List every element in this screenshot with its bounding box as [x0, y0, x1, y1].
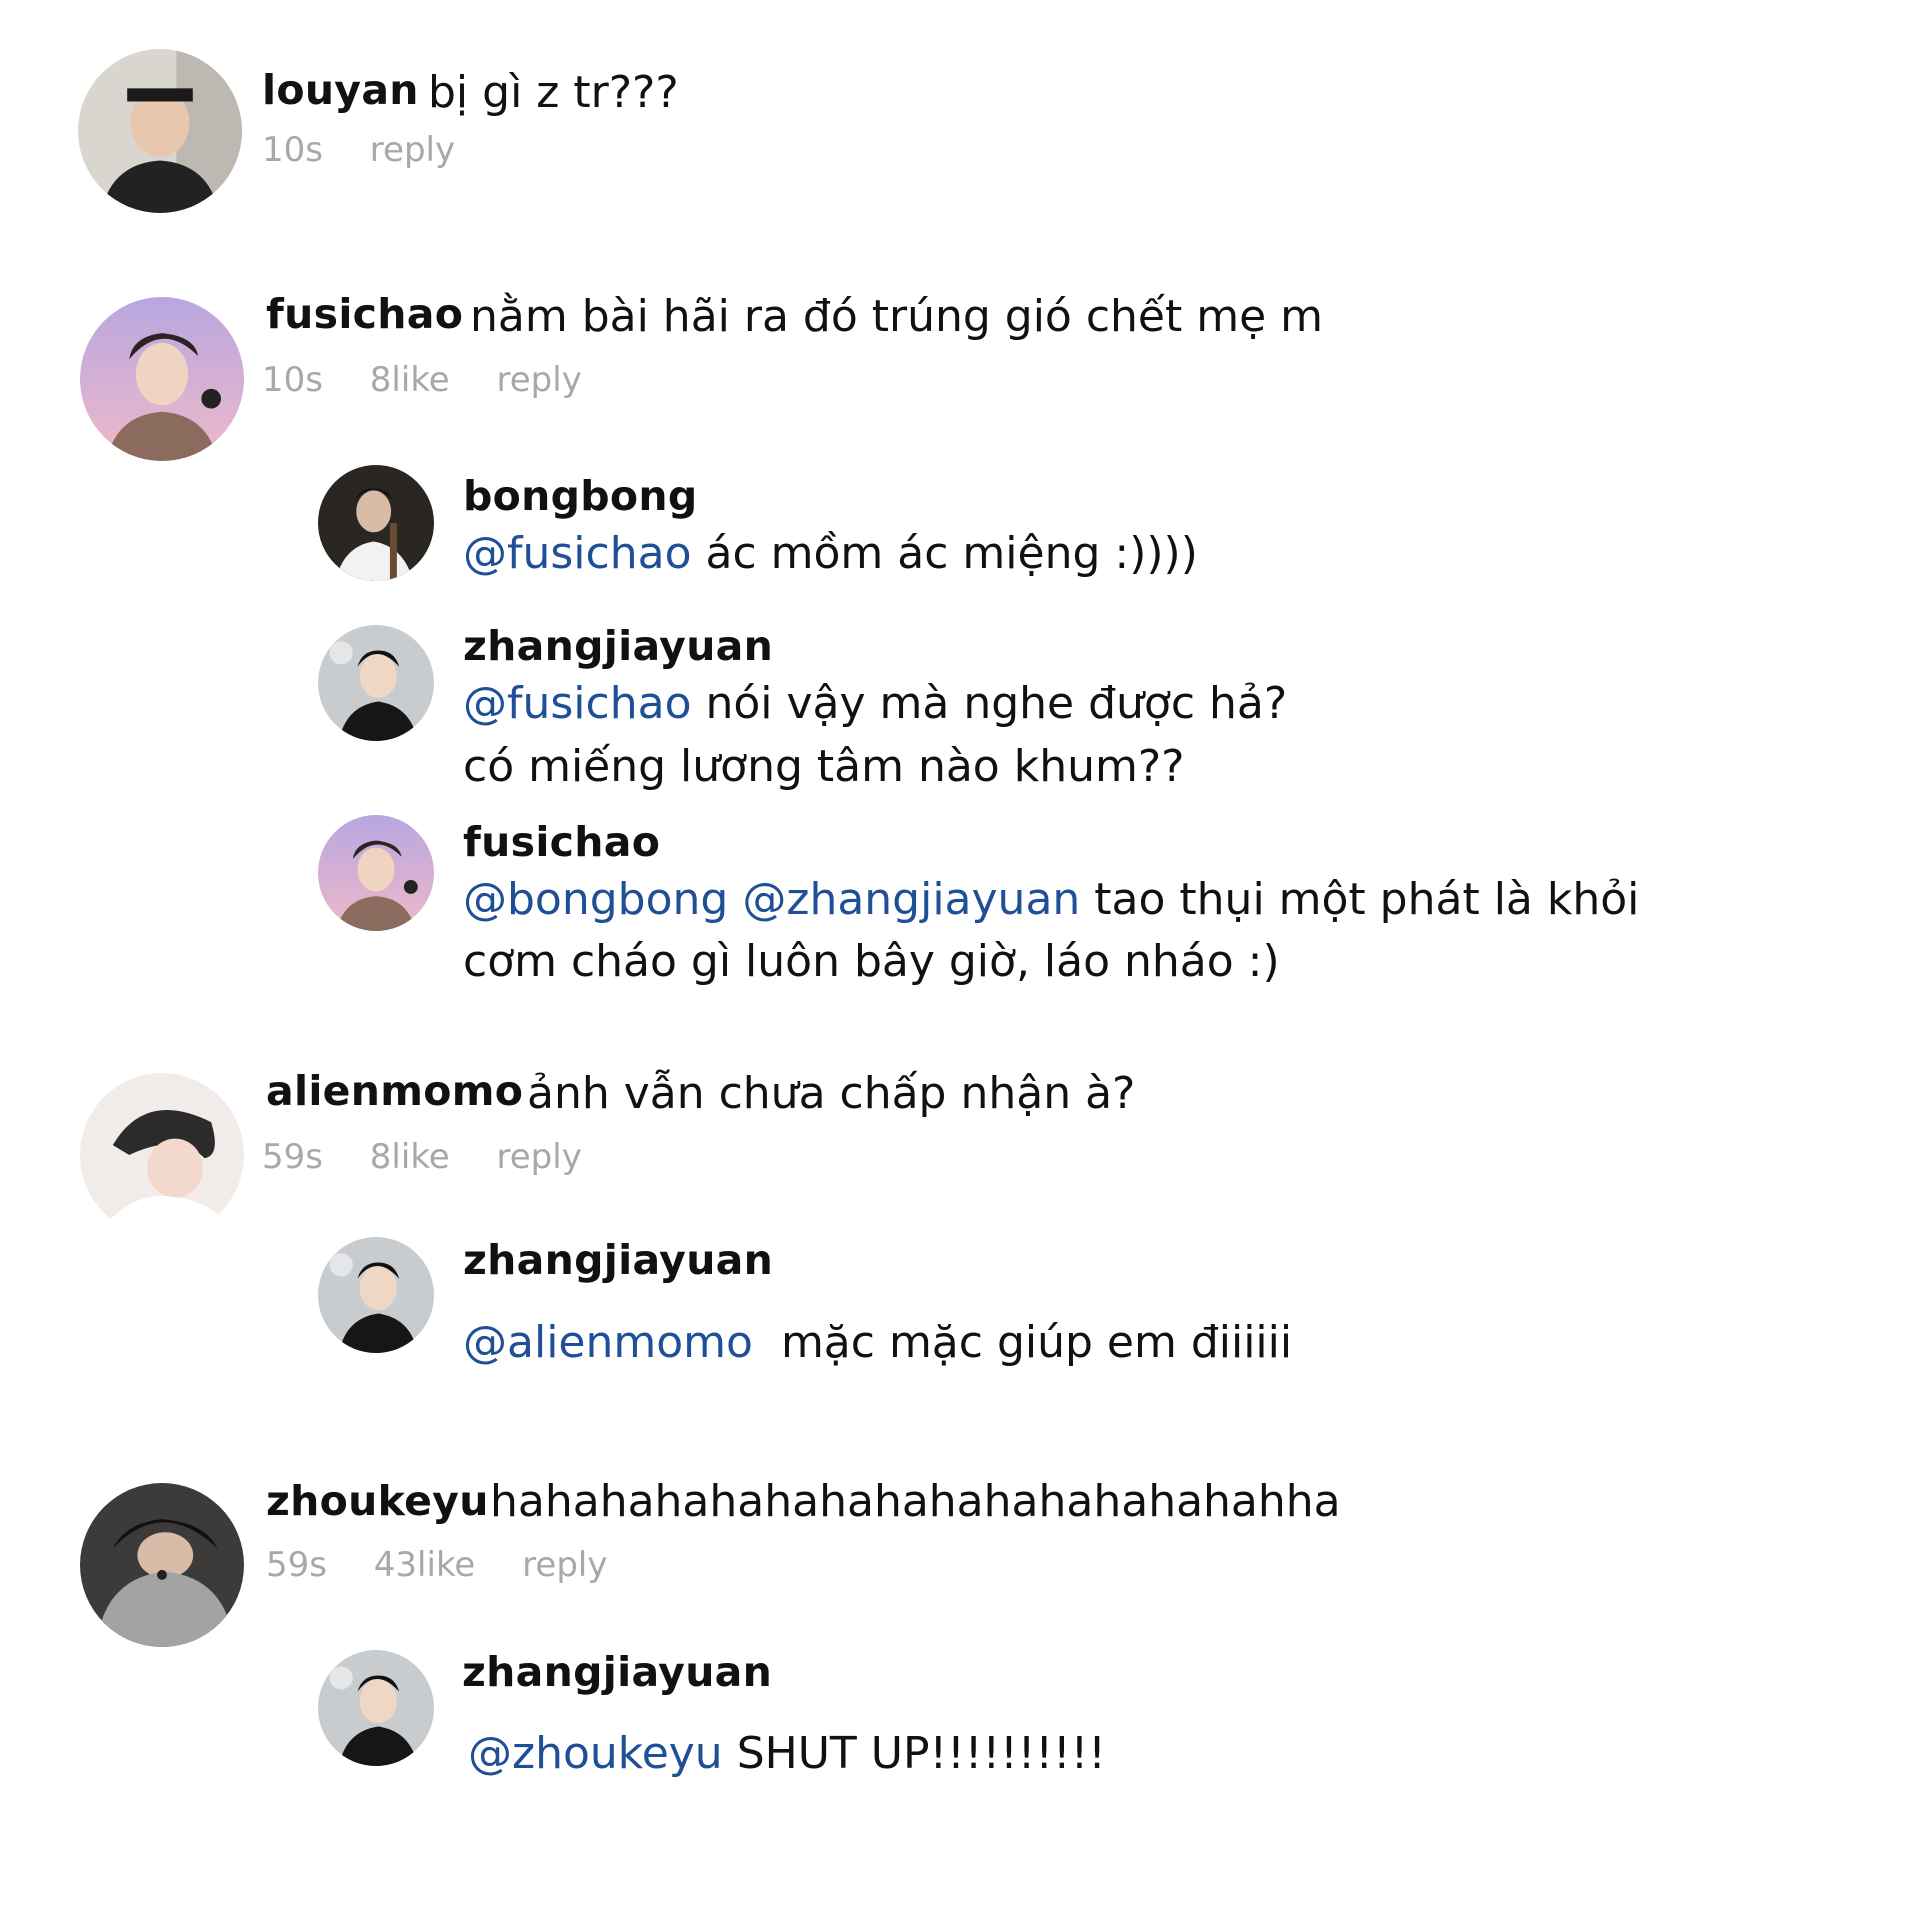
comment-meta: 59s 8like reply — [262, 1137, 618, 1177]
comment-username[interactable]: louyan — [262, 66, 419, 114]
avatar-fusichao[interactable] — [80, 297, 244, 461]
comment-text: hahahahahahahahahahahahahahahha — [490, 1476, 1341, 1527]
reply-text: @fusichao ác mồm ác miệng :)))) — [463, 522, 1198, 586]
reply-body: mặc mặc giúp em điiiiii — [780, 1317, 1293, 1368]
reply-button[interactable]: reply — [370, 130, 455, 170]
comment-time: 10s — [262, 360, 323, 400]
like-count[interactable]: 8like — [370, 360, 450, 400]
reply-text: @fusichao nói vậy mà nghe được hả? — [463, 672, 1287, 736]
reply-text: @alienmomo mặc mặc giúp em điiiiii — [463, 1311, 1292, 1375]
comment-time: 10s — [262, 130, 323, 170]
reply-body: SHUT UP!!!!!!!!!! — [736, 1728, 1106, 1779]
comment-text: ảnh vẫn chưa chấp nhận à? — [527, 1068, 1136, 1119]
mention-link[interactable]: @zhoukeyu — [468, 1728, 723, 1779]
comment-time: 59s — [262, 1137, 323, 1177]
avatar-zhangjiayuan[interactable] — [318, 1237, 434, 1353]
comment-meta: 59s 43like reply — [266, 1545, 643, 1585]
avatar-image — [78, 49, 242, 213]
reply-button[interactable]: reply — [497, 1137, 582, 1177]
comment-text: nằm bài hãi ra đó trúng gió chết mẹ m — [470, 291, 1323, 342]
comment-username[interactable]: alienmomo — [266, 1067, 523, 1115]
reply-button[interactable]: reply — [497, 360, 582, 400]
avatar-louyan[interactable] — [78, 49, 242, 213]
mention-link[interactable]: @zhangjiayuan — [742, 874, 1080, 925]
avatar-zhoukeyu[interactable] — [80, 1483, 244, 1647]
mention-link[interactable]: @alienmomo — [463, 1317, 753, 1368]
reply-text: @zhoukeyu SHUT UP!!!!!!!!!! — [468, 1722, 1106, 1786]
avatar-fusichao[interactable] — [318, 815, 434, 931]
avatar-zhangjiayuan[interactable] — [318, 1650, 434, 1766]
comment-username[interactable]: fusichao — [266, 290, 463, 338]
comment-meta: 10s reply — [262, 130, 491, 170]
reply-username[interactable]: fusichao — [463, 818, 660, 866]
like-count[interactable]: 8like — [370, 1137, 450, 1177]
avatar-image — [318, 815, 434, 931]
reply-body: ác mồm ác miệng :)))) — [705, 528, 1198, 579]
avatar-alienmomo[interactable] — [80, 1073, 244, 1237]
avatar-image — [318, 465, 434, 581]
reply-text: @bongbong @zhangjiayuan tao thụi một phá… — [463, 868, 1639, 932]
avatar-image — [318, 1237, 434, 1353]
reply-body: tao thụi một phát là khỏi — [1094, 874, 1640, 925]
reply-username[interactable]: zhangjiayuan — [463, 1236, 773, 1284]
mention-link[interactable]: @fusichao — [463, 678, 692, 729]
reply-text-line2: cơm cháo gì luôn bây giờ, láo nháo :) — [463, 936, 1280, 987]
avatar-bongbong[interactable] — [318, 465, 434, 581]
comment-meta: 10s 8like reply — [262, 360, 618, 400]
reply-text-line2: có miếng lương tâm nào khum?? — [463, 741, 1185, 792]
reply-username[interactable]: zhangjiayuan — [463, 622, 773, 670]
like-count[interactable]: 43like — [374, 1545, 476, 1585]
reply-username[interactable]: zhangjiayuan — [462, 1648, 772, 1696]
avatar-image — [318, 1650, 434, 1766]
avatar-image — [318, 625, 434, 741]
reply-username[interactable]: bongbong — [463, 472, 698, 520]
mention-link[interactable]: @fusichao — [463, 528, 692, 579]
avatar-image — [80, 297, 244, 461]
reply-button[interactable]: reply — [522, 1545, 607, 1585]
avatar-zhangjiayuan[interactable] — [318, 625, 434, 741]
avatar-image — [80, 1073, 244, 1237]
comment-text: bị gì z tr??? — [428, 67, 679, 118]
mention-link[interactable]: @bongbong — [463, 874, 728, 925]
reply-body: nói vậy mà nghe được hả? — [705, 678, 1288, 729]
comment-username[interactable]: zhoukeyu — [266, 1477, 489, 1525]
comment-time: 59s — [266, 1545, 327, 1585]
avatar-image — [80, 1483, 244, 1647]
